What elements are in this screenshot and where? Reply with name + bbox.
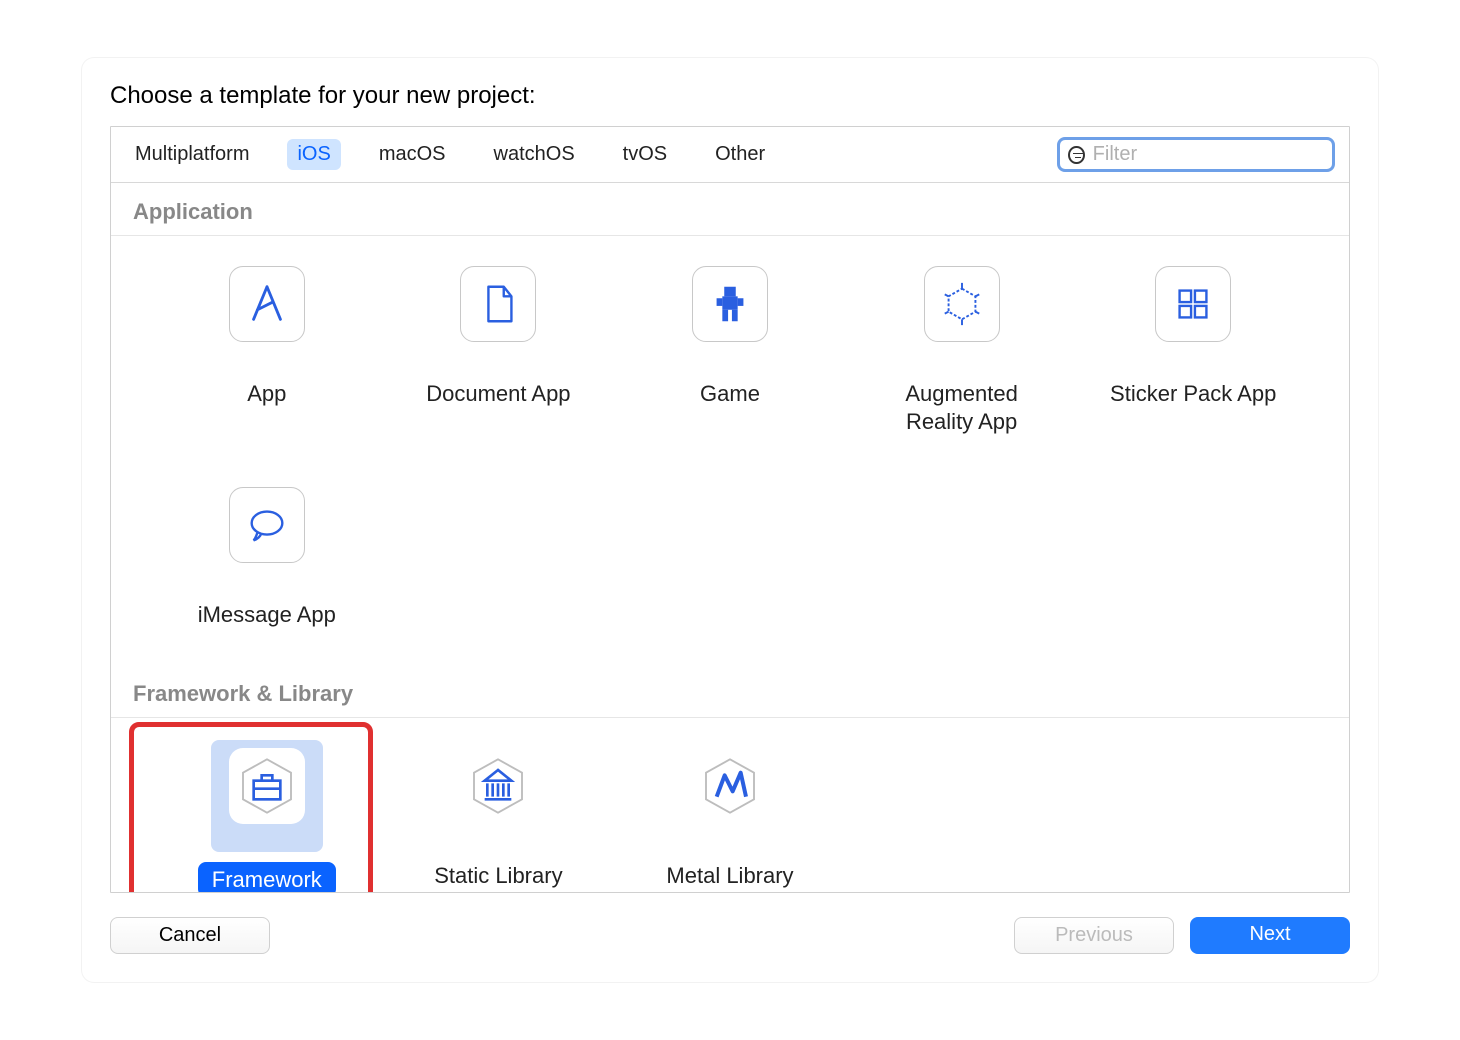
template-label: App [247,380,286,408]
footer: Cancel Previous Next [110,917,1350,954]
template-label: Game [700,380,760,408]
filter-input[interactable] [1093,143,1324,166]
app-icon [229,266,305,342]
template-framework[interactable]: Framework [151,734,383,894]
template-imessage-app[interactable]: iMessage App [151,473,383,635]
template-label: Metal Library [666,862,793,890]
template-ar-app[interactable]: Augmented Reality App [846,252,1078,441]
imessage-icon [229,487,305,563]
template-label: Document App [426,380,570,408]
game-icon [692,266,768,342]
ar-icon [924,266,1000,342]
platform-tabbar: Multiplatform iOS macOS watchOS tvOS Oth… [111,127,1349,183]
template-label: Static Library [434,862,562,890]
template-label: iMessage App [198,601,336,629]
template-label: Framework [198,862,336,894]
template-chooser-window: Choose a template for your new project: … [82,58,1378,982]
template-app[interactable]: App [151,252,383,441]
template-label: Sticker Pack App [1110,380,1276,408]
tab-tvos[interactable]: tvOS [613,139,677,170]
template-label: Augmented Reality App [872,380,1052,435]
template-game[interactable]: Game [614,252,846,441]
next-button[interactable]: Next [1190,917,1350,954]
template-static-library[interactable]: Static Library [383,734,615,894]
cancel-button[interactable]: Cancel [110,917,270,954]
template-sticker-pack[interactable]: Sticker Pack App [1077,252,1309,441]
document-icon [460,266,536,342]
template-metal-library[interactable]: Metal Library [614,734,846,894]
framework-icon [229,748,305,824]
static-library-icon [460,748,536,824]
filter-field-wrap[interactable] [1057,137,1335,172]
page-title: Choose a template for your new project: [110,82,1350,110]
template-document-app[interactable]: Document App [383,252,615,441]
previous-button: Previous [1014,917,1174,954]
tab-multiplatform[interactable]: Multiplatform [125,139,259,170]
framework-grid: Framework Static Library [111,718,1349,894]
tab-macos[interactable]: macOS [369,139,456,170]
section-header-framework: Framework & Library [111,665,1349,718]
filter-icon [1068,146,1085,164]
tab-watchos[interactable]: watchOS [484,139,585,170]
panel: Multiplatform iOS macOS watchOS tvOS Oth… [110,126,1350,893]
application-grid: App Document App [111,236,1349,665]
sticker-icon [1155,266,1231,342]
section-header-application: Application [111,183,1349,236]
tab-ios[interactable]: iOS [287,139,340,170]
metal-library-icon [692,748,768,824]
tab-other[interactable]: Other [705,139,775,170]
